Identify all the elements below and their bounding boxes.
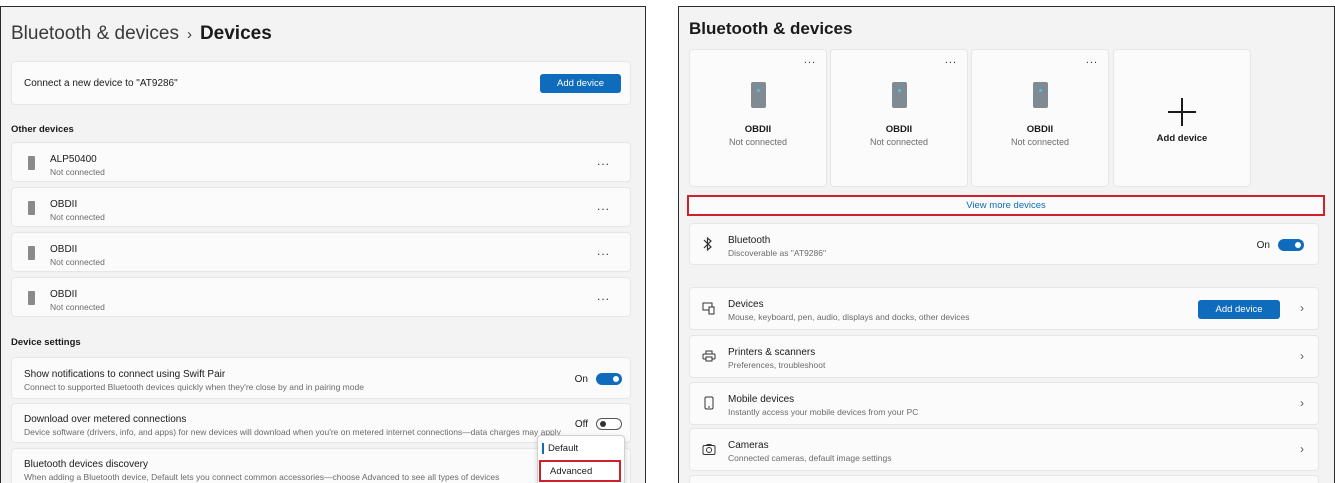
more-options-button[interactable]: ...: [597, 154, 610, 168]
device-icon: [28, 156, 35, 170]
chevron-right-icon: ›: [1300, 301, 1304, 315]
breadcrumb-separator: ›: [186, 26, 192, 43]
breadcrumb-parent[interactable]: Bluetooth & devices: [11, 23, 179, 44]
more-options-button[interactable]: ...: [1086, 54, 1098, 66]
add-device-button[interactable]: Add device: [540, 74, 621, 93]
device-icon: [1033, 82, 1048, 108]
device-name: OBDII: [50, 289, 78, 300]
metered-description: Device software (drivers, info, and apps…: [24, 427, 561, 437]
device-row[interactable]: OBDII Not connected ...: [11, 232, 631, 272]
chevron-right-icon: ›: [1300, 349, 1304, 363]
device-tile[interactable]: ... OBDII Not connected: [830, 49, 968, 187]
device-settings-heading: Device settings: [11, 337, 81, 348]
add-device-button[interactable]: Add device: [1198, 300, 1280, 319]
dropdown-option-advanced[interactable]: Advanced: [539, 460, 621, 482]
device-tile[interactable]: ... OBDII Not connected: [971, 49, 1109, 187]
swift-pair-state: On: [574, 373, 588, 385]
devices-icon: [702, 301, 716, 318]
breadcrumb: Bluetooth & devices › Devices: [11, 23, 272, 45]
other-devices-heading: Other devices: [11, 124, 74, 135]
bluetooth-title: Bluetooth: [728, 235, 771, 246]
swift-pair-description: Connect to supported Bluetooth devices q…: [24, 382, 364, 392]
device-row[interactable]: OBDII Not connected ...: [11, 277, 631, 317]
swift-pair-title: Show notifications to connect using Swif…: [24, 369, 226, 380]
page-title: Devices: [199, 23, 272, 44]
device-icon: [28, 291, 35, 305]
connect-device-label: Connect a new device to "AT9286": [24, 78, 178, 89]
device-icon: [28, 246, 35, 260]
chevron-right-icon: ›: [1300, 442, 1304, 456]
dropdown-option-default[interactable]: Default: [538, 438, 622, 460]
printers-scanners-row[interactable]: Printers & scanners Preferences, troubles…: [689, 335, 1319, 378]
device-status: Not connected: [50, 257, 105, 267]
device-row[interactable]: ALP50400 Not connected ...: [11, 142, 631, 182]
phone-icon: [702, 396, 716, 413]
bluetooth-devices-panel: Bluetooth & devices ... OBDII Not connec…: [678, 6, 1335, 483]
printers-description: Preferences, troubleshoot: [728, 360, 826, 370]
cameras-row[interactable]: Cameras Connected cameras, default image …: [689, 428, 1319, 471]
discovery-dropdown[interactable]: Default Advanced: [537, 435, 625, 483]
devices-description: Mouse, keyboard, pen, audio, displays an…: [728, 312, 970, 322]
mobile-devices-description: Instantly access your mobile devices fro…: [728, 407, 919, 417]
connect-device-card: Connect a new device to "AT9286" Add dev…: [11, 61, 631, 105]
printers-title: Printers & scanners: [728, 347, 816, 358]
swift-pair-toggle[interactable]: [596, 373, 622, 385]
device-icon: [751, 82, 766, 108]
more-options-button[interactable]: ...: [597, 244, 610, 258]
bluetooth-toggle[interactable]: [1278, 239, 1304, 251]
device-name: OBDII: [885, 124, 913, 135]
device-icon: [892, 82, 907, 108]
devices-settings-panel: Bluetooth & devices › Devices Connect a ne…: [0, 6, 646, 483]
device-status: Not connected: [728, 137, 788, 147]
mobile-devices-row[interactable]: Mobile devices Instantly access your mobi…: [689, 382, 1319, 425]
page-title: Bluetooth & devices: [689, 19, 853, 38]
mobile-devices-title: Mobile devices: [728, 394, 795, 405]
device-name: OBDII: [50, 244, 78, 255]
device-tile[interactable]: ... OBDII Not connected: [689, 49, 827, 187]
metered-title: Download over metered connections: [24, 414, 187, 425]
device-status: Not connected: [869, 137, 929, 147]
option-label: Advanced: [550, 466, 593, 477]
device-status: Not connected: [50, 302, 105, 312]
bluetooth-description: Discoverable as "AT9286": [728, 248, 827, 258]
bluetooth-state: On: [1256, 239, 1270, 251]
option-label: Default: [548, 443, 579, 454]
cameras-description: Connected cameras, default image setting…: [728, 453, 892, 463]
devices-row[interactable]: Devices Mouse, keyboard, pen, audio, disp…: [689, 287, 1319, 330]
selected-indicator: [542, 443, 544, 454]
swift-pair-setting: Show notifications to connect using Swif…: [11, 357, 631, 399]
bluetooth-setting: Bluetooth Discoverable as "AT9286" On: [689, 223, 1319, 265]
device-name: OBDII: [1026, 124, 1054, 135]
more-options-button[interactable]: ...: [804, 54, 816, 66]
discovery-title: Bluetooth devices discovery: [24, 459, 148, 470]
device-row[interactable]: OBDII Not connected ...: [11, 187, 631, 227]
plus-icon: [1164, 94, 1200, 130]
device-name: ALP50400: [50, 154, 97, 165]
metered-toggle[interactable]: [596, 418, 622, 430]
device-icon: [28, 201, 35, 215]
camera-icon: [702, 442, 716, 459]
bluetooth-icon: [702, 236, 714, 255]
more-options-button[interactable]: ...: [597, 199, 610, 213]
device-name: OBDII: [744, 124, 772, 135]
device-status: Not connected: [50, 167, 105, 177]
discovery-description: When adding a Bluetooth device, Default …: [24, 472, 500, 482]
device-name: OBDII: [50, 199, 78, 210]
add-device-tile[interactable]: Add device: [1113, 49, 1251, 187]
device-status: Not connected: [50, 212, 105, 222]
device-status: Not connected: [1010, 137, 1070, 147]
printer-icon: [702, 349, 716, 366]
view-more-devices-button[interactable]: View more devices: [687, 195, 1325, 216]
chevron-right-icon: ›: [1300, 396, 1304, 410]
metered-state: Off: [574, 418, 588, 430]
next-settings-row[interactable]: [689, 475, 1319, 483]
cameras-title: Cameras: [728, 440, 769, 451]
add-device-label: Add device: [1156, 133, 1208, 144]
devices-title: Devices: [728, 299, 764, 310]
more-options-button[interactable]: ...: [597, 289, 610, 303]
more-options-button[interactable]: ...: [945, 54, 957, 66]
